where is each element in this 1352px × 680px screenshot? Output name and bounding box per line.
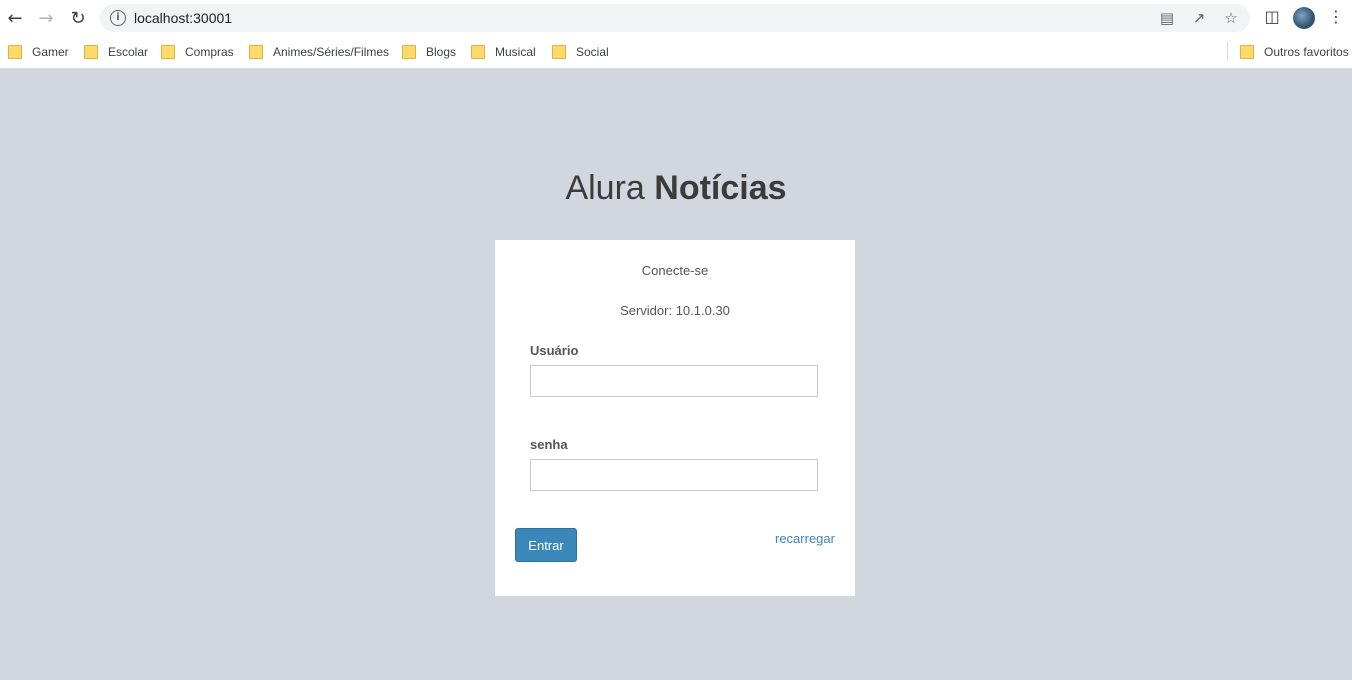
translate-icon[interactable]: ▤ [1158, 9, 1176, 27]
bookmark-label: Escolar [108, 45, 149, 59]
password-input[interactable] [530, 459, 818, 491]
folder-icon [402, 45, 416, 59]
bookmark-label: Compras [185, 45, 234, 59]
bookmark-folder-social[interactable]: Social [552, 43, 609, 61]
menu-kebab-icon[interactable]: ⋮ [1326, 7, 1346, 27]
username-input[interactable] [530, 365, 818, 397]
bookmark-label: Social [576, 45, 609, 59]
username-label: Usuário [530, 343, 579, 358]
password-label: senha [530, 437, 568, 452]
back-arrow-icon[interactable]: ← [3, 6, 27, 30]
address-bar[interactable]: i localhost:30001 ▤ ↗ ☆ [100, 4, 1250, 32]
bookmark-folder-gamer[interactable]: Gamer [8, 43, 69, 61]
forward-arrow-icon[interactable]: → [34, 6, 58, 30]
folder-icon [552, 45, 566, 59]
bookmark-folder-blogs[interactable]: Blogs [402, 43, 456, 61]
bookmark-folder-outros[interactable]: Outros favoritos [1240, 43, 1349, 61]
profile-avatar[interactable] [1293, 7, 1315, 29]
folder-icon [471, 45, 485, 59]
site-info-icon[interactable]: i [110, 10, 126, 26]
folder-icon [249, 45, 263, 59]
bookmarks-divider [1227, 42, 1228, 60]
login-button[interactable]: Entrar [515, 528, 577, 562]
bookmark-label: Outros favoritos [1264, 45, 1349, 59]
bookmark-folder-escolar[interactable]: Escolar [84, 43, 148, 61]
server-info: Servidor: 10.1.0.30 [620, 303, 730, 318]
folder-icon [1240, 45, 1254, 59]
share-icon[interactable]: ↗ [1190, 9, 1208, 27]
reload-icon[interactable]: ↻ [66, 6, 90, 30]
bookmark-folder-compras[interactable]: Compras [161, 43, 234, 61]
login-card: Conecte-se Servidor: 10.1.0.30 Usuário s… [495, 240, 855, 596]
bookmarks-bar: Gamer Escolar Compras Animes/Séries/Film… [0, 36, 1352, 69]
title-brand: Alura [565, 169, 655, 207]
bookmark-label: Animes/Séries/Filmes [273, 45, 390, 59]
page-content: Alura Notícias Conecte-se Servidor: 10.1… [0, 69, 1352, 680]
login-heading: Conecte-se [641, 263, 709, 278]
folder-icon [84, 45, 98, 59]
address-url[interactable]: localhost:30001 [134, 10, 232, 26]
bookmark-label: Musical [495, 45, 536, 59]
bookmark-label: Blogs [426, 45, 457, 59]
bookmark-label: Gamer [32, 45, 69, 59]
side-panel-icon[interactable]: ◫ [1262, 7, 1282, 27]
folder-icon [8, 45, 22, 59]
bookmark-folder-musical[interactable]: Musical [471, 43, 536, 61]
reload-link[interactable]: recarregar [775, 531, 835, 546]
title-highlight: Notícias [654, 169, 787, 207]
folder-icon [161, 45, 175, 59]
browser-toolbar: ← → ↻ i localhost:30001 ▤ ↗ ☆ ◫ ⋮ [0, 0, 1352, 36]
bookmark-folder-animes[interactable]: Animes/Séries/Filmes [249, 43, 389, 61]
bookmark-star-icon[interactable]: ☆ [1222, 9, 1240, 27]
page-title: Alura Notícias [0, 169, 1352, 208]
